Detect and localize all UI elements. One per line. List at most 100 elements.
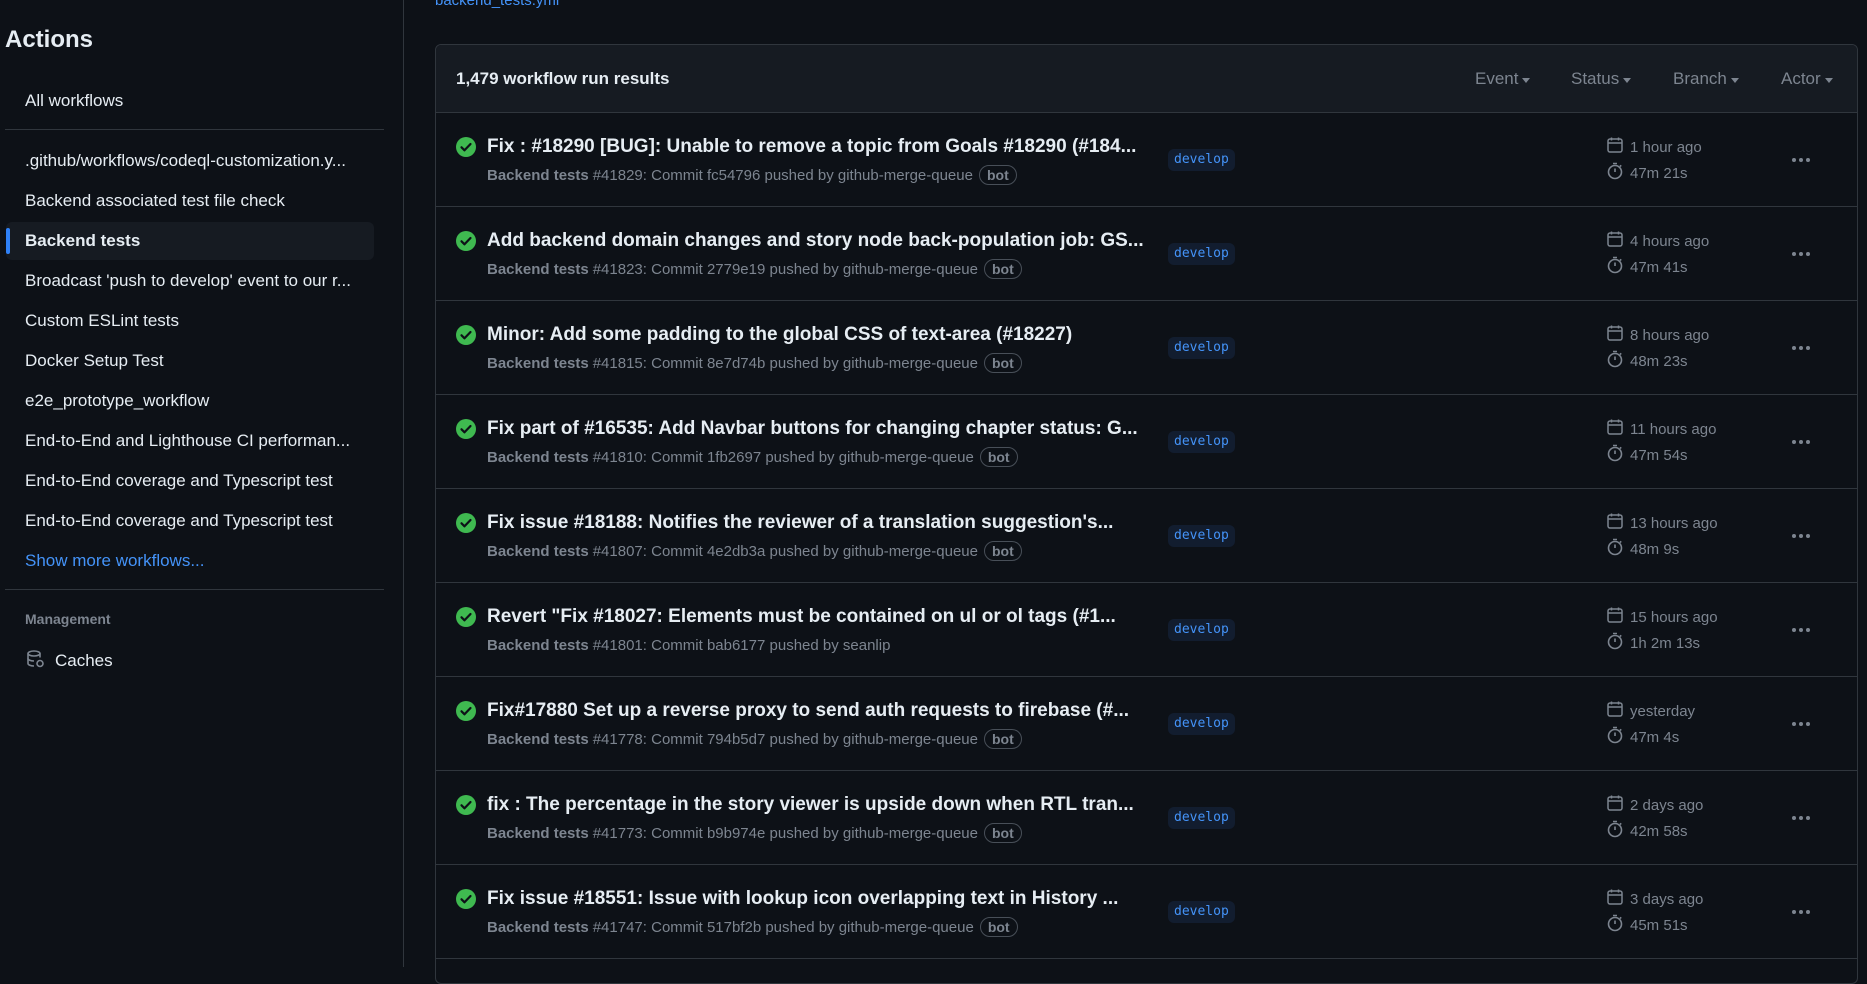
branch-label[interactable]: develop [1168, 525, 1235, 547]
show-more-workflows-link[interactable]: Show more workflows... [6, 542, 374, 580]
kebab-horizontal-icon [1792, 910, 1796, 914]
kebab-dot [1806, 534, 1810, 538]
sidebar-item-workflow[interactable]: End-to-End coverage and Typescript test [6, 502, 374, 540]
workflow-run-row[interactable]: Fix issue #18551: Issue with lookup icon… [436, 865, 1857, 959]
branch-filter-label: Branch [1673, 69, 1727, 88]
workflow-run-row[interactable]: fix : The percentage in the story viewer… [436, 771, 1857, 865]
run-title-link[interactable]: Fix#17880 Set up a reverse proxy to send… [487, 700, 1157, 722]
branch-label[interactable]: develop [1168, 713, 1235, 735]
run-menu-button[interactable] [1786, 897, 1816, 927]
run-workflow-name: Backend tests [487, 542, 589, 560]
sidebar-divider [5, 589, 384, 590]
run-date: 3 days ago [1606, 888, 1703, 910]
sidebar-item-workflow[interactable]: Custom ESLint tests [6, 302, 374, 340]
run-workflow-name: Backend tests [487, 730, 589, 748]
workflow-run-row[interactable]: Fix issue #18188: Notifies the reviewer … [436, 489, 1857, 583]
run-menu-button[interactable] [1786, 615, 1816, 645]
run-time-ago: 2 days ago [1630, 796, 1704, 814]
run-date: 8 hours ago [1606, 324, 1709, 346]
sidebar-item-workflow[interactable]: End-to-End and Lighthouse CI performan..… [6, 422, 374, 460]
branch-label[interactable]: develop [1168, 619, 1235, 641]
branch-label[interactable]: develop [1168, 149, 1235, 171]
workflow-run-row[interactable]: Revert "Fix #18027: Elements must be con… [436, 583, 1857, 677]
run-menu-button[interactable] [1786, 803, 1816, 833]
run-duration: 1h 2m 13s [1606, 632, 1700, 654]
check-circle-icon [456, 137, 476, 157]
run-title-link[interactable]: Add backend domain changes and story nod… [487, 230, 1157, 252]
bot-badge: bot [983, 823, 1022, 843]
run-title-link[interactable]: Revert "Fix #18027: Elements must be con… [487, 606, 1157, 628]
sidebar-item-caches[interactable]: Caches [25, 646, 113, 676]
run-menu-button[interactable] [1786, 427, 1816, 457]
run-title-link[interactable]: fix : The percentage in the story viewer… [487, 794, 1157, 816]
calendar-icon [1606, 324, 1624, 346]
run-duration: 48m 9s [1606, 538, 1679, 560]
kebab-dot [1806, 440, 1810, 444]
run-menu-button[interactable] [1786, 239, 1816, 269]
sidebar-item-workflow-active[interactable]: Backend tests [6, 222, 374, 260]
workflow-run-row[interactable]: Fix : #18290 [BUG]: Unable to remove a t… [436, 113, 1857, 207]
sidebar-item-workflow[interactable]: e2e_prototype_workflow [6, 382, 374, 420]
branch-label[interactable]: develop [1168, 807, 1235, 829]
run-meta: Backend tests #41773: Commit b9b974e pus… [487, 821, 1022, 845]
run-time-ago: 13 hours ago [1630, 514, 1718, 532]
branch-label[interactable]: develop [1168, 243, 1235, 265]
sidebar-item-workflow[interactable]: .github/workflows/codeql-customization.y… [6, 142, 374, 180]
stopwatch-icon [1606, 914, 1624, 936]
run-time-ago: 11 hours ago [1630, 420, 1717, 438]
actor-filter[interactable]: Actor [1781, 69, 1833, 89]
status-filter[interactable]: Status [1571, 69, 1632, 89]
workflow-file-link[interactable]: backend_tests.yml [435, 0, 559, 9]
calendar-icon [1606, 606, 1624, 628]
run-title-link[interactable]: Minor: Add some padding to the global CS… [487, 324, 1157, 346]
stopwatch-icon [1606, 820, 1624, 842]
workflow-run-row[interactable]: Fix part of #16535: Add Navbar buttons f… [436, 395, 1857, 489]
calendar-icon [1606, 700, 1624, 722]
run-menu-button[interactable] [1786, 333, 1816, 363]
caches-label: Caches [55, 651, 113, 670]
sidebar-item-all-workflows[interactable]: All workflows [6, 82, 374, 120]
run-menu-button[interactable] [1786, 145, 1816, 175]
calendar-icon [1606, 136, 1624, 158]
sidebar-item-workflow[interactable]: Broadcast 'push to develop' event to our… [6, 262, 374, 300]
bot-badge: bot [983, 729, 1022, 749]
calendar-icon [1606, 512, 1624, 534]
run-workflow-name: Backend tests [487, 824, 589, 842]
workflow-run-row[interactable]: Fix#17880 Set up a reverse proxy to send… [436, 677, 1857, 771]
run-date: 13 hours ago [1606, 512, 1718, 534]
event-filter[interactable]: Event [1475, 69, 1531, 89]
run-title-link[interactable]: Fix issue #18551: Issue with lookup icon… [487, 888, 1157, 910]
run-title-link[interactable]: Fix issue #18188: Notifies the reviewer … [487, 512, 1157, 534]
kebab-horizontal-icon [1792, 346, 1796, 350]
branch-filter[interactable]: Branch [1673, 69, 1739, 89]
run-menu-button[interactable] [1786, 709, 1816, 739]
sidebar: Actions All workflows .github/workflows/… [0, 0, 404, 967]
workflow-run-row[interactable]: Minor: Add some padding to the global CS… [436, 301, 1857, 395]
actor-filter-label: Actor [1781, 69, 1821, 88]
workflow-run-row[interactable]: Add backend domain changes and story nod… [436, 207, 1857, 301]
stopwatch-icon [1606, 726, 1624, 748]
branch-label[interactable]: develop [1168, 901, 1235, 923]
kebab-horizontal-icon [1792, 722, 1796, 726]
branch-label[interactable]: develop [1168, 337, 1235, 359]
calendar-icon [1606, 888, 1624, 910]
kebab-dot [1799, 158, 1803, 162]
run-duration-value: 48m 23s [1630, 352, 1688, 370]
kebab-dot [1806, 816, 1810, 820]
sidebar-divider [5, 129, 384, 130]
branch-label[interactable]: develop [1168, 431, 1235, 453]
run-meta: Backend tests #41801: Commit bab6177 pus… [487, 633, 890, 657]
run-duration-value: 45m 51s [1630, 916, 1688, 934]
sidebar-item-workflow[interactable]: Backend associated test file check [6, 182, 374, 220]
kebab-dot [1806, 910, 1810, 914]
kebab-horizontal-icon [1792, 158, 1796, 162]
run-title-link[interactable]: Fix part of #16535: Add Navbar buttons f… [487, 418, 1157, 440]
run-title-link[interactable]: Fix : #18290 [BUG]: Unable to remove a t… [487, 136, 1157, 158]
check-circle-icon [456, 889, 476, 909]
check-circle-icon [456, 701, 476, 721]
sidebar-item-workflow[interactable]: Docker Setup Test [6, 342, 374, 380]
run-menu-button[interactable] [1786, 521, 1816, 551]
sidebar-item-workflow[interactable]: End-to-End coverage and Typescript test [6, 462, 374, 500]
run-duration: 42m 58s [1606, 820, 1688, 842]
event-filter-label: Event [1475, 69, 1519, 88]
